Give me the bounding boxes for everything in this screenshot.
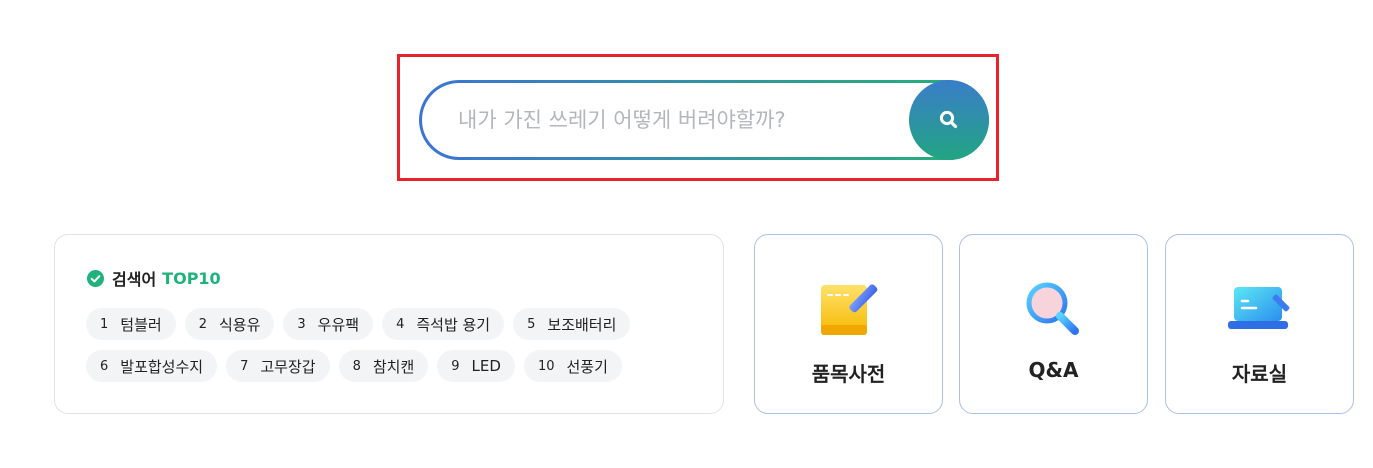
top-keywords-panel: 검색어 TOP10 1 텀블러 2 식용유 3 우유팩 4 즉석밥 용기 5 보조배터리 … <box>54 234 724 414</box>
keyword-chip[interactable]: 5 보조배터리 <box>513 308 631 340</box>
keyword-label: 참치캔 <box>372 357 415 376</box>
keyword-rank: 7 <box>240 358 249 374</box>
keyword-label: 선풍기 <box>566 357 608 376</box>
keyword-rank: 2 <box>198 316 207 332</box>
magnifier-icon <box>1026 282 1079 335</box>
keyword-chip[interactable]: 3 우유팩 <box>283 308 374 340</box>
keyword-label: LED <box>471 357 501 375</box>
keyword-label: 즉석밥 용기 <box>416 315 491 334</box>
keyword-rank: 1 <box>100 316 109 332</box>
keyword-label: 우유팩 <box>317 315 360 334</box>
keyword-label: 텀블러 <box>120 315 162 334</box>
keyword-rank: 6 <box>100 358 109 374</box>
keyword-label: 보조배터리 <box>547 315 617 334</box>
keyword-chip[interactable]: 10 선풍기 <box>523 350 622 382</box>
top-keywords-title-text: 검색어 <box>112 270 157 289</box>
keyword-chip[interactable]: 6 발포합성수지 <box>86 350 218 382</box>
keyword-label: 식용유 <box>218 315 261 334</box>
laptop-icon <box>1227 287 1289 329</box>
keyword-chip[interactable]: 8 참치캔 <box>338 350 429 382</box>
menu-card-archive-label: 자료실 <box>1231 362 1288 386</box>
check-circle-icon <box>87 269 104 287</box>
search-button[interactable] <box>909 80 989 160</box>
search-bar-inner <box>422 83 986 157</box>
keyword-chip[interactable]: 2 식용유 <box>184 308 275 340</box>
menu-card-dictionary-label: 품목사전 <box>811 362 886 386</box>
keyword-rank: 8 <box>352 358 361 374</box>
search-icon <box>939 110 958 129</box>
keyword-chip-list: 1 텀블러 2 식용유 3 우유팩 4 즉석밥 용기 5 보조배터리 6 발포합성수지 7고… <box>86 308 706 382</box>
search-bar <box>419 80 989 160</box>
keyword-rank: 10 <box>537 358 555 374</box>
notebook-pen-icon <box>820 284 877 335</box>
keyword-chip[interactable]: 9 LED <box>437 350 515 382</box>
menu-card-dictionary[interactable]: 품목사전 <box>754 234 943 414</box>
top-keywords-title-accent: TOP10 <box>162 268 221 288</box>
menu-card-qna[interactable]: Q&A <box>959 234 1148 414</box>
keyword-rank: 3 <box>297 316 306 332</box>
keyword-rank: 5 <box>527 316 536 332</box>
keyword-label: 발포합성수지 <box>120 357 204 376</box>
keyword-rank: 4 <box>396 316 405 332</box>
menu-card-archive[interactable]: 자료실 <box>1165 234 1354 414</box>
keyword-chip[interactable]: 7 고무장갑 <box>226 350 330 382</box>
search-input[interactable] <box>456 107 900 133</box>
keyword-rank: 9 <box>451 358 460 374</box>
keyword-chip[interactable]: 1 텀블러 <box>86 308 176 340</box>
top-keywords-title: 검색어 TOP10 <box>87 266 221 290</box>
keyword-label: 고무장갑 <box>260 357 316 376</box>
menu-card-qna-label: Q&A <box>1028 358 1079 382</box>
keyword-chip[interactable]: 4 즉석밥 용기 <box>382 308 505 340</box>
